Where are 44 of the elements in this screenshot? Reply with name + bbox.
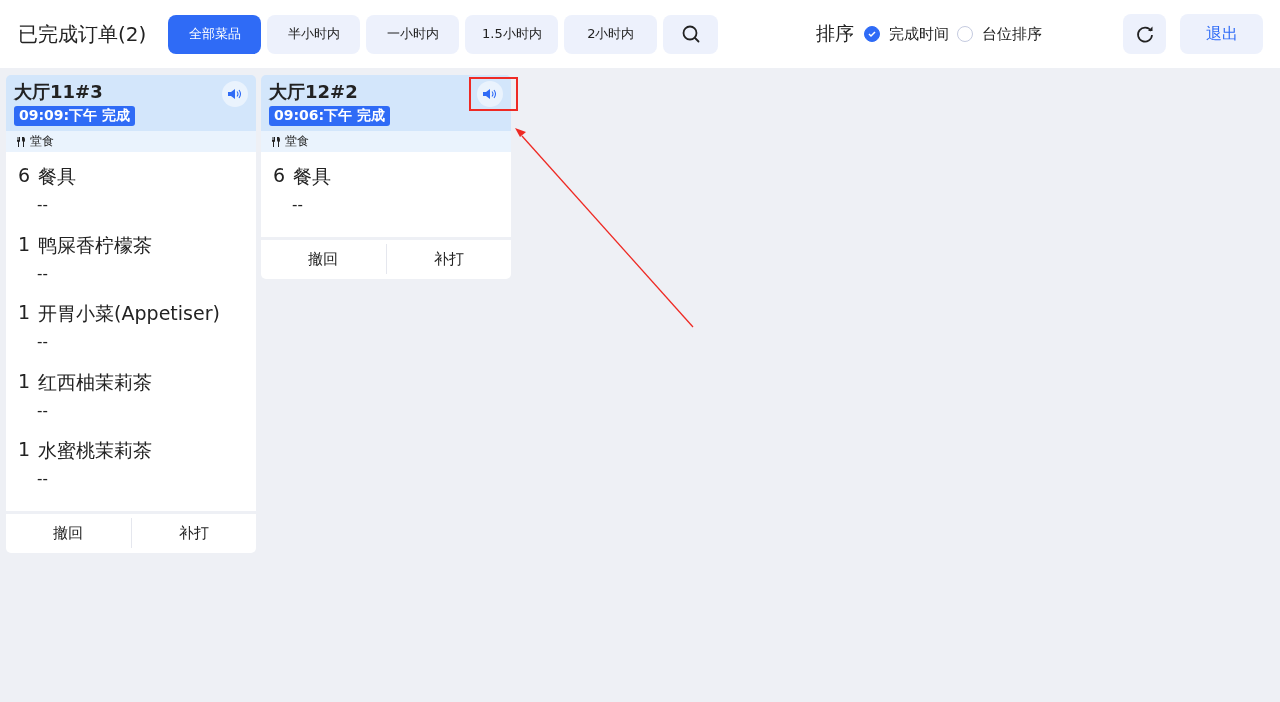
- status-badge: 09:06:下午 完成: [269, 106, 391, 126]
- item-note: --: [36, 401, 49, 420]
- table-name: 大厅12#2: [269, 80, 358, 104]
- exit-button[interactable]: 退出: [1180, 14, 1263, 54]
- filter-tab[interactable]: 半小时内: [267, 14, 361, 54]
- status-badge: 09:09:下午 完成: [14, 106, 136, 126]
- filter-tab[interactable]: 全部菜品: [168, 14, 262, 54]
- utensils-icon: [271, 136, 281, 147]
- speaker-button[interactable]: [222, 81, 248, 107]
- item-note: --: [291, 196, 304, 214]
- item-name: 开胃小菜(Appetiser): [38, 301, 220, 326]
- item-quantity: 1: [18, 369, 31, 394]
- search-button[interactable]: [663, 14, 719, 54]
- sort-option[interactable]: 台位排序: [957, 24, 1043, 44]
- table-name: 大厅11#3: [14, 80, 103, 104]
- utensils-icon: [16, 136, 26, 147]
- refresh-button[interactable]: [1123, 14, 1166, 54]
- filter-tab[interactable]: 2小时内: [564, 14, 658, 54]
- item-name: 鸭屎香柠檬茶: [38, 232, 153, 258]
- item-name: 红西柚茉莉茶: [38, 369, 153, 395]
- highlight-box: [469, 77, 518, 111]
- filter-tab[interactable]: 1.5小时内: [465, 14, 559, 54]
- item-note: --: [36, 470, 49, 488]
- sort-option[interactable]: 完成时间: [864, 24, 950, 44]
- page-title: 已完成订单(2): [18, 20, 147, 48]
- dining-type: 堂食: [30, 133, 54, 150]
- item-quantity: 6: [273, 164, 286, 188]
- item-name: 餐具: [293, 164, 332, 189]
- item-note: --: [36, 196, 49, 214]
- sort-label: 排序: [816, 21, 855, 46]
- speaker-icon: [483, 88, 497, 100]
- item-name: 水蜜桃茉莉茶: [38, 438, 153, 463]
- item-quantity: 6: [18, 164, 31, 188]
- item-name: 餐具: [38, 164, 77, 189]
- speaker-icon: [228, 88, 242, 100]
- dining-type: 堂食: [285, 133, 309, 150]
- item-quantity: 1: [18, 301, 31, 325]
- item-note: --: [36, 333, 49, 351]
- item-quantity: 1: [18, 438, 31, 462]
- speaker-button[interactable]: [477, 81, 503, 107]
- item-note: --: [36, 264, 49, 283]
- filter-tab[interactable]: 一小时内: [366, 14, 460, 54]
- item-quantity: 1: [18, 232, 31, 257]
- search-icon: [680, 24, 701, 44]
